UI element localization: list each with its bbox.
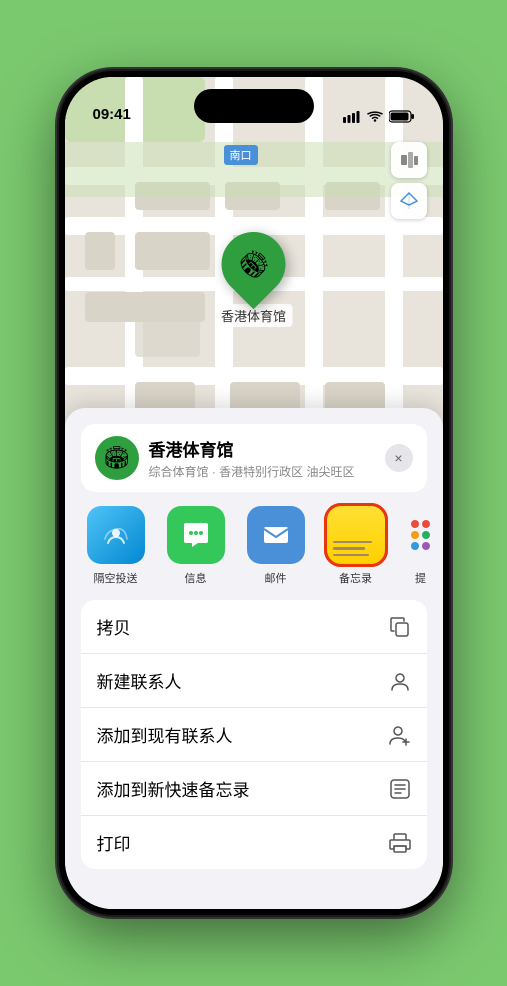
notes-icon — [327, 506, 385, 564]
place-name: 香港体育馆 — [149, 436, 355, 461]
airdrop-icon — [87, 506, 145, 564]
person-add-icon — [389, 724, 411, 746]
airdrop-label: 隔空投送 — [94, 570, 138, 586]
action-new-contact[interactable]: 新建联系人 — [81, 654, 427, 708]
bottom-sheet: 🏟 香港体育馆 综合体育馆 · 香港特别行政区 油尖旺区 × — [65, 408, 443, 909]
close-button[interactable]: × — [385, 444, 413, 472]
location-icon — [400, 192, 418, 210]
action-print-label: 打印 — [97, 830, 131, 855]
action-copy-label: 拷贝 — [97, 614, 131, 639]
share-item-messages[interactable]: 信息 — [161, 506, 231, 586]
map-controls — [391, 142, 427, 223]
status-icons — [343, 110, 415, 123]
action-add-contact-label: 添加到现有联系人 — [97, 722, 233, 747]
place-text: 香港体育馆 综合体育馆 · 香港特别行政区 油尖旺区 — [149, 436, 355, 480]
location-button[interactable] — [391, 183, 427, 219]
place-subtitle: 综合体育馆 · 香港特别行政区 油尖旺区 — [149, 463, 355, 480]
mail-graphic — [260, 519, 292, 551]
messages-graphic — [180, 519, 212, 551]
action-list: 拷贝 新建联系人 添加到现有联系人 — [81, 600, 427, 869]
print-icon — [389, 832, 411, 854]
battery-icon — [389, 110, 415, 123]
action-quick-note[interactable]: 添加到新快速备忘录 — [81, 762, 427, 816]
map-type-icon — [400, 151, 418, 169]
share-item-notes[interactable]: 备忘录 — [321, 506, 391, 586]
wifi-icon — [367, 111, 383, 123]
person-icon — [389, 670, 411, 692]
copy-icon — [389, 616, 411, 638]
status-time: 09:41 — [93, 106, 131, 123]
action-quick-note-label: 添加到新快速备忘录 — [97, 776, 250, 801]
share-row: 隔空投送 信息 — [65, 492, 443, 590]
action-new-contact-label: 新建联系人 — [97, 668, 182, 693]
dynamic-island — [194, 89, 314, 123]
action-add-contact[interactable]: 添加到现有联系人 — [81, 708, 427, 762]
more-label: 提 — [415, 570, 426, 586]
signal-icon — [343, 111, 361, 123]
action-copy[interactable]: 拷贝 — [81, 600, 427, 654]
phone-frame: 09:41 — [59, 71, 449, 915]
action-print[interactable]: 打印 — [81, 816, 427, 869]
place-card: 🏟 香港体育馆 综合体育馆 · 香港特别行政区 油尖旺区 × — [81, 424, 427, 492]
map-pin: 🏟 — [208, 219, 299, 310]
map-label: 南口 — [224, 145, 258, 165]
airdrop-graphic — [100, 519, 132, 551]
map-type-button[interactable] — [391, 142, 427, 178]
mail-icon — [247, 506, 305, 564]
more-icon — [392, 506, 443, 564]
share-item-airdrop[interactable]: 隔空投送 — [81, 506, 151, 586]
messages-label: 信息 — [185, 570, 207, 586]
notes-label: 备忘录 — [339, 570, 372, 586]
more-dots-grid — [407, 516, 434, 554]
mail-label: 邮件 — [265, 570, 287, 586]
share-item-more[interactable]: 提 — [401, 506, 441, 586]
place-info: 🏟 香港体育馆 综合体育馆 · 香港特别行政区 油尖旺区 — [95, 436, 355, 480]
stadium-icon: 🏟 — [232, 243, 274, 285]
place-icon: 🏟 — [95, 436, 139, 480]
note-icon — [389, 778, 411, 800]
share-item-mail[interactable]: 邮件 — [241, 506, 311, 586]
phone-screen: 09:41 — [65, 77, 443, 909]
messages-icon — [167, 506, 225, 564]
map-pin-container: 🏟 香港体育馆 — [215, 232, 292, 327]
